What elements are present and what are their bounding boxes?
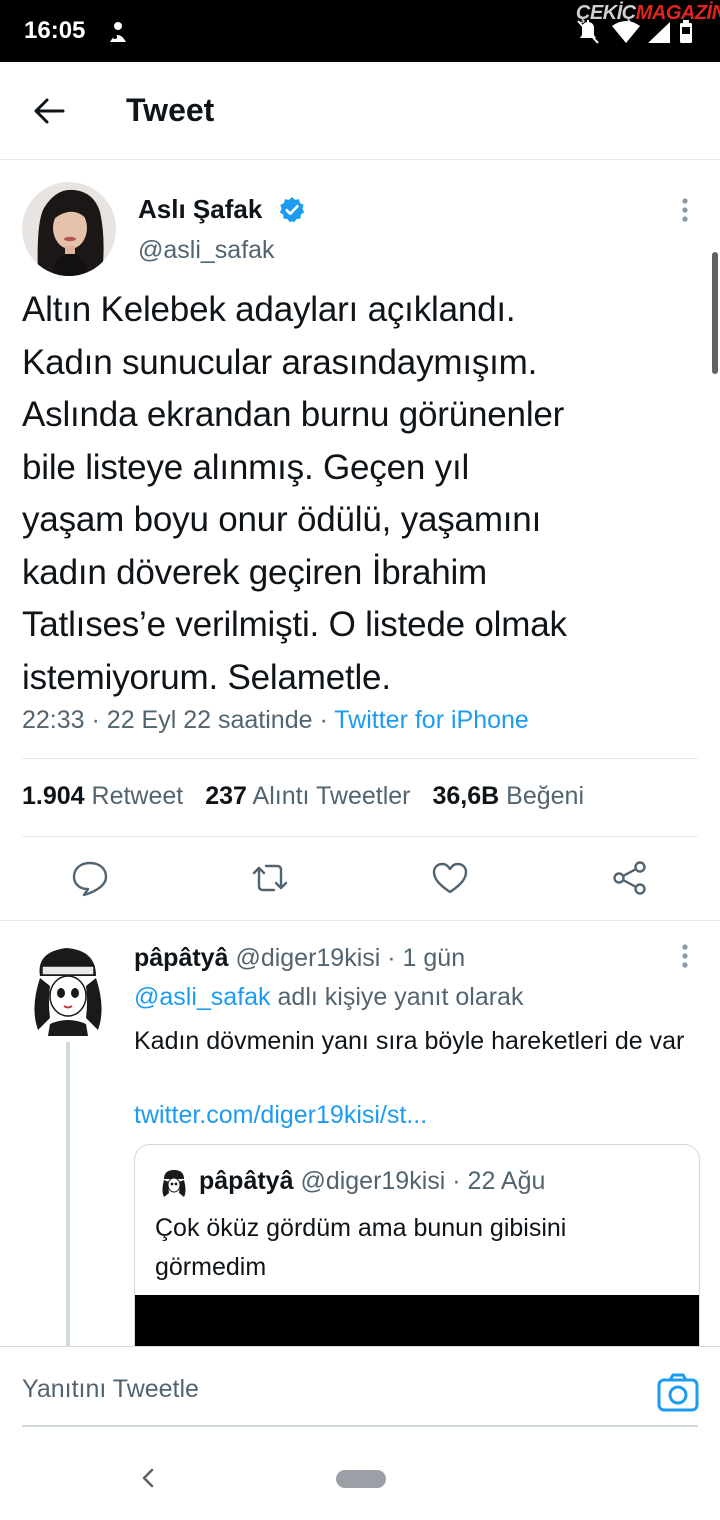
- avatar[interactable]: [22, 182, 116, 276]
- like-stat[interactable]: 36,6B Beğeni: [432, 782, 584, 811]
- share-icon[interactable]: [610, 858, 650, 898]
- quote-avatar: [159, 1167, 189, 1197]
- reply-author-name[interactable]: pâpâtyâ: [134, 944, 228, 972]
- reply-text: Kadın dövmenin yanı sıra böyle hareketle…: [134, 1027, 685, 1055]
- tweet-text-line: yaşam boyu onur ödülü, yaşamını: [22, 500, 542, 539]
- page-title: Tweet: [126, 92, 215, 128]
- author-name[interactable]: Aslı Şafak: [138, 194, 262, 225]
- quote-author-name: pâpâtyâ: [199, 1167, 294, 1195]
- notification-app-icon: [110, 22, 126, 42]
- reply-avatar-image: [26, 936, 110, 1036]
- reply-author-handle[interactable]: @diger19kisi: [235, 944, 380, 972]
- reply-avatar[interactable]: [26, 936, 110, 1036]
- tweet-text-line: kadın döverek geçiren İbrahim: [22, 552, 488, 592]
- verified-badge-icon: [279, 197, 305, 223]
- arrow-left-icon: [34, 98, 65, 124]
- retweet-icon[interactable]: [250, 858, 290, 898]
- quote-stat[interactable]: 237 Alıntı Tweetler: [205, 782, 410, 811]
- status-icons: [577, 20, 692, 44]
- compose-bar: Yanıtını Tweetle: [0, 1346, 720, 1440]
- tweet-text-line: istemiyorum. Selametle.: [22, 657, 391, 697]
- battery-icon: [680, 20, 692, 43]
- compose-underline: [22, 1425, 698, 1427]
- tweet-time[interactable]: 22:33: [22, 706, 85, 734]
- thread-line: [66, 1042, 70, 1346]
- reply-header: pâpâtyâ @diger19kisi · 1 gün: [134, 944, 465, 973]
- back-button[interactable]: [26, 88, 72, 134]
- nav-back-icon[interactable]: [134, 1462, 162, 1494]
- quote-author-handle: @diger19kisi: [300, 1167, 446, 1195]
- reply-input[interactable]: Yanıtını Tweetle: [22, 1375, 199, 1404]
- mute-icon: [577, 20, 599, 44]
- tweet-text: Altın Kelebek adayları açıklandı. Kadın …: [22, 284, 702, 704]
- more-options-icon[interactable]: [670, 938, 700, 974]
- tweet-text-line: bile listeye alınmış. Geçen yıl: [22, 447, 470, 487]
- app-header: Tweet: [0, 62, 720, 160]
- reply-link[interactable]: twitter.com/diger19kisi/st...: [134, 1101, 427, 1130]
- status-time: 16:05: [24, 17, 86, 44]
- tweet-text-line: Tatlıses’e verilmişti. O listede olmak: [22, 605, 567, 644]
- status-bar: 16:05 ÇEKİÇMAGAZİN: [0, 0, 720, 62]
- tweet-text-line: Aslında ekrandan burnu görünenler: [22, 395, 565, 434]
- reply-time: · 1 gün: [387, 944, 466, 972]
- tweet-source-link[interactable]: Twitter for iPhone: [334, 706, 529, 734]
- reply-to-handle[interactable]: @asli_safak: [134, 983, 271, 1011]
- scrollbar[interactable]: [712, 252, 718, 374]
- divider: [0, 920, 720, 921]
- quote-time: · 22 Ağu: [452, 1167, 546, 1195]
- quote-text: Çok öküz gördüm ama bunun gibisini görme…: [155, 1214, 567, 1281]
- reply-icon[interactable]: [70, 858, 110, 898]
- tweet-timestamp: 22:33 · 22 Eyl 22 saatinde · Twitter for…: [22, 706, 529, 735]
- wifi-icon: [612, 21, 640, 43]
- divider: [22, 836, 698, 837]
- tweet-date[interactable]: 22 Eyl 22 saatinde: [107, 706, 313, 734]
- quote-header: pâpâtyâ @diger19kisi · 22 Ağu: [199, 1167, 545, 1196]
- meta-separator: ·: [319, 706, 328, 734]
- reply-to-label: adlı kişiye yanıt olarak: [277, 983, 524, 1011]
- retweet-stat[interactable]: 1.904 Retweet: [22, 782, 183, 811]
- camera-icon[interactable]: [656, 1371, 700, 1415]
- nav-home-pill[interactable]: [336, 1470, 386, 1488]
- more-options-icon[interactable]: [670, 192, 700, 228]
- author-avatar-image: [22, 182, 116, 276]
- author-handle[interactable]: @asli_safak: [138, 236, 275, 265]
- signal-icon: [648, 22, 670, 43]
- tweet-text-line: Kadın sunucular arasındaymışım.: [22, 342, 538, 382]
- divider: [22, 758, 698, 759]
- replying-to: @asli_safak adlı kişiye yanıt olarak: [134, 983, 523, 1012]
- system-nav-bar: [0, 1440, 720, 1520]
- tweet-text-line: Altın Kelebek adayları açıklandı.: [22, 290, 516, 329]
- like-icon[interactable]: [430, 858, 470, 898]
- tweet-stats: 1.904 Retweet 237 Alıntı Tweetler 36,6B …: [22, 782, 584, 811]
- meta-separator: ·: [91, 706, 100, 734]
